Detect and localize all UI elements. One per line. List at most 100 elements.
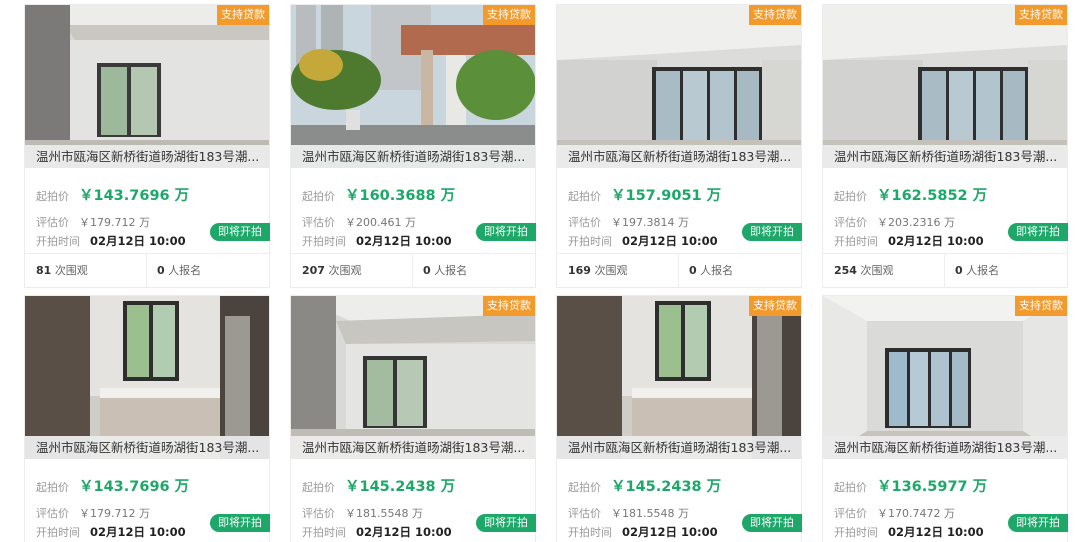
listing-photo[interactable]: 支持贷款 温州市瓯海区新桥街道旸湖街183号潮...: [25, 5, 269, 168]
stats-divider: [944, 254, 945, 288]
listing-address[interactable]: 温州市瓯海区新桥街道旸湖街183号潮...: [25, 145, 269, 168]
room-photo: [557, 5, 801, 168]
views-count: 81 次围观: [36, 264, 88, 277]
listing-card[interactable]: 支持贷款 温州市瓯海区新桥街道旸湖街183号潮... 起拍价 ￥145.2438 …: [290, 295, 536, 542]
start-price-label: 起拍价: [36, 481, 69, 494]
listing-address[interactable]: 温州市瓯海区新桥街道旸湖街183号潮...: [823, 436, 1067, 459]
enroll-count: 0 人报名: [423, 264, 468, 277]
eval-price-value: ￥197.3814 万: [611, 216, 689, 229]
start-time-label: 开拍时间: [834, 526, 878, 539]
loan-support-tag: 支持贷款: [749, 296, 801, 316]
listing-address[interactable]: 温州市瓯海区新桥街道旸湖街183号潮...: [25, 436, 269, 459]
eval-price-value: ￥179.712 万: [79, 216, 150, 229]
start-time-label: 开拍时间: [302, 526, 346, 539]
kitchen-photo: [557, 296, 801, 459]
listing-stats: 207 次围观 0 人报名: [291, 253, 535, 288]
listing-card[interactable]: 支持贷款 温州市瓯海区新桥街道旸湖街183号潮... 起拍价 ￥145.2438 …: [556, 295, 802, 542]
listing-stats: 254 次围观 0 人报名: [823, 253, 1067, 288]
listing-photo[interactable]: 支持贷款 温州市瓯海区新桥街道旸湖街183号潮...: [557, 5, 801, 168]
start-time-label: 开拍时间: [568, 235, 612, 248]
start-price-label: 起拍价: [302, 481, 335, 494]
listing-address[interactable]: 温州市瓯海区新桥街道旸湖街183号潮...: [291, 145, 535, 168]
enroll-count: 0 人报名: [157, 264, 202, 277]
eval-price-value: ￥200.461 万: [345, 216, 416, 229]
eval-price-label: 评估价: [568, 216, 601, 229]
listing-address[interactable]: 温州市瓯海区新桥街道旸湖街183号潮...: [557, 145, 801, 168]
eval-price-value: ￥181.5548 万: [345, 507, 423, 520]
enroll-count: 0 人报名: [955, 264, 1000, 277]
listing-stats: 169 次围观 0 人报名: [557, 253, 801, 288]
listing-photo[interactable]: 温州市瓯海区新桥街道旸湖街183号潮...: [25, 296, 269, 459]
listing-photo[interactable]: 支持贷款 温州市瓯海区新桥街道旸湖街183号潮...: [823, 296, 1067, 459]
start-time-label: 开拍时间: [568, 526, 612, 539]
room-photo: [823, 5, 1067, 168]
loan-support-tag: 支持贷款: [1015, 296, 1067, 316]
enroll-count: 0 人报名: [689, 264, 734, 277]
start-price-value: ￥145.2438 万: [611, 479, 722, 495]
listing-photo[interactable]: 支持贷款 温州市瓯海区新桥街道旸湖街183号潮...: [557, 296, 801, 459]
coming-soon-badge[interactable]: 即将开拍: [1008, 223, 1068, 241]
start-price-value: ￥157.9051 万: [611, 188, 722, 204]
eval-price-label: 评估价: [834, 507, 867, 520]
listing-card[interactable]: 支持贷款 温州市瓯海区新桥街道旸湖街183号潮... 起拍价 ￥143.7696 …: [24, 4, 270, 288]
start-time-value: 02月12日 10:00: [888, 525, 984, 539]
loan-support-tag: 支持贷款: [749, 5, 801, 25]
start-price-label: 起拍价: [302, 190, 335, 203]
room-photo: [25, 5, 269, 168]
listing-photo[interactable]: 支持贷款 温州市瓯海区新桥街道旸湖街183号潮...: [291, 296, 535, 459]
views-count: 207 次围观: [302, 264, 362, 277]
stats-divider: [412, 254, 413, 288]
eval-price-value: ￥203.2316 万: [877, 216, 955, 229]
coming-soon-badge[interactable]: 即将开拍: [1008, 514, 1068, 532]
eval-price-label: 评估价: [302, 507, 335, 520]
community-gate-photo: [291, 5, 535, 168]
coming-soon-badge[interactable]: 即将开拍: [476, 514, 536, 532]
listing-card[interactable]: 支持贷款 温州市瓯海区新桥街道旸湖街183号潮... 起拍价 ￥157.9051 …: [556, 4, 802, 288]
start-time-value: 02月12日 10:00: [356, 234, 452, 248]
start-price-value: ￥143.7696 万: [79, 188, 190, 204]
start-price-label: 起拍价: [834, 481, 867, 494]
listing-card[interactable]: 支持贷款 温州市瓯海区新桥街道旸湖街183号潮... 起拍价 ￥160.3688 …: [290, 4, 536, 288]
listing-address[interactable]: 温州市瓯海区新桥街道旸湖街183号潮...: [823, 145, 1067, 168]
room-photo: [823, 296, 1067, 459]
coming-soon-badge[interactable]: 即将开拍: [210, 514, 270, 532]
start-time-label: 开拍时间: [834, 235, 878, 248]
kitchen-photo: [25, 296, 269, 459]
eval-price-value: ￥179.712 万: [79, 507, 150, 520]
listing-address[interactable]: 温州市瓯海区新桥街道旸湖街183号潮...: [557, 436, 801, 459]
loan-support-tag: 支持贷款: [483, 296, 535, 316]
loan-support-tag: 支持贷款: [217, 5, 269, 25]
start-time-value: 02月12日 10:00: [622, 234, 718, 248]
room-photo: [291, 296, 535, 459]
listing-address[interactable]: 温州市瓯海区新桥街道旸湖街183号潮...: [291, 436, 535, 459]
start-time-label: 开拍时间: [36, 235, 80, 248]
start-price-label: 起拍价: [568, 481, 601, 494]
start-price-value: ￥143.7696 万: [79, 479, 190, 495]
eval-price-label: 评估价: [568, 507, 601, 520]
listing-card[interactable]: 温州市瓯海区新桥街道旸湖街183号潮... 起拍价 ￥143.7696 万 评估价…: [24, 295, 270, 542]
listing-card[interactable]: 支持贷款 温州市瓯海区新桥街道旸湖街183号潮... 起拍价 ￥162.5852 …: [822, 4, 1068, 288]
start-price-value: ￥162.5852 万: [877, 188, 988, 204]
coming-soon-badge[interactable]: 即将开拍: [210, 223, 270, 241]
start-time-value: 02月12日 10:00: [90, 234, 186, 248]
eval-price-value: ￥181.5548 万: [611, 507, 689, 520]
views-count: 169 次围观: [568, 264, 628, 277]
coming-soon-badge[interactable]: 即将开拍: [742, 223, 802, 241]
views-count: 254 次围观: [834, 264, 894, 277]
start-price-label: 起拍价: [36, 190, 69, 203]
start-time-value: 02月12日 10:00: [888, 234, 984, 248]
start-price-label: 起拍价: [568, 190, 601, 203]
start-time-label: 开拍时间: [36, 526, 80, 539]
auction-listing-grid: 支持贷款 温州市瓯海区新桥街道旸湖街183号潮... 起拍价 ￥143.7696 …: [0, 0, 1080, 542]
eval-price-label: 评估价: [36, 216, 69, 229]
eval-price-label: 评估价: [36, 507, 69, 520]
coming-soon-badge[interactable]: 即将开拍: [476, 223, 536, 241]
eval-price-label: 评估价: [302, 216, 335, 229]
listing-photo[interactable]: 支持贷款 温州市瓯海区新桥街道旸湖街183号潮...: [291, 5, 535, 168]
listing-photo[interactable]: 支持贷款 温州市瓯海区新桥街道旸湖街183号潮...: [823, 5, 1067, 168]
listing-card[interactable]: 支持贷款 温州市瓯海区新桥街道旸湖街183号潮... 起拍价 ￥136.5977 …: [822, 295, 1068, 542]
eval-price-value: ￥170.7472 万: [877, 507, 955, 520]
eval-price-label: 评估价: [834, 216, 867, 229]
coming-soon-badge[interactable]: 即将开拍: [742, 514, 802, 532]
start-price-value: ￥160.3688 万: [345, 188, 456, 204]
